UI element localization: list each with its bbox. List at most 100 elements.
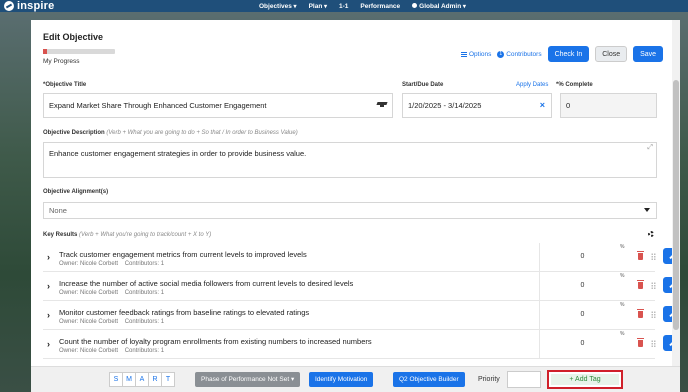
objective-builder-button[interactable]: Q2 Objective Builder	[393, 372, 465, 387]
add-tag-button[interactable]: + Add Tag	[551, 374, 619, 385]
trash-icon[interactable]	[637, 309, 644, 318]
objective-title-input[interactable]: Expand Market Share Through Enhanced Cus…	[43, 93, 393, 118]
key-result-contributors: Contributors: 1	[124, 290, 165, 296]
contributors-link[interactable]: 1 Contributors	[497, 50, 542, 58]
page-title: Edit Objective	[43, 32, 104, 42]
contributors-count-badge: 1	[497, 50, 505, 58]
key-result-row[interactable]: › Increase the number of active social m…	[43, 272, 680, 301]
save-button[interactable]: Save	[633, 46, 664, 62]
percent-unit: %	[620, 244, 625, 250]
my-progress-label: My Progress	[43, 58, 80, 65]
smart-t-button[interactable]: T	[161, 372, 175, 387]
key-result-title: Count the number of loyalty program enro…	[59, 337, 372, 346]
percent-unit: %	[620, 302, 625, 308]
percent-complete-value: 0	[566, 101, 571, 110]
gear-icon[interactable]	[648, 231, 654, 237]
description-label: Objective Description (Verb + What you a…	[43, 130, 298, 136]
key-result-owner: Owner: Nicole Corbett	[59, 319, 119, 325]
date-range-input[interactable]: 1/20/2025 - 3/14/2025 ×	[402, 93, 552, 118]
key-result-contributors: Contributors: 1	[124, 319, 165, 325]
my-progress-bar	[43, 49, 115, 54]
options-icon	[461, 51, 467, 57]
smart-r-button[interactable]: R	[148, 372, 162, 387]
key-result-value[interactable]: 0	[539, 243, 625, 271]
alignment-select[interactable]: None	[43, 202, 657, 219]
alignment-value: None	[49, 206, 67, 215]
close-button[interactable]: Close	[595, 46, 628, 62]
objective-title-value: Expand Market Share Through Enhanced Cus…	[49, 101, 267, 110]
key-result-contributors: Contributors: 1	[124, 348, 165, 354]
top-navbar: inspire Objectives Plan 1-1 Performance …	[0, 0, 688, 12]
key-result-title: Increase the number of active social med…	[59, 279, 354, 288]
priority-label: Priority	[478, 376, 500, 383]
caret-down-icon: ▾	[290, 376, 295, 383]
nav-global-admin[interactable]: Global Admin	[412, 3, 466, 10]
phase-of-performance-dropdown[interactable]: Phase of Performance Not Set ▾	[195, 372, 301, 387]
chevron-right-icon[interactable]: ›	[47, 339, 50, 349]
user-icon	[412, 3, 418, 9]
key-result-meta: Owner: Nicole Corbett Contributors: 1	[59, 261, 164, 267]
nav-performance[interactable]: Performance	[360, 3, 400, 10]
key-result-title: Track customer engagement metrics from c…	[59, 250, 307, 259]
phase-label: Phase of Performance Not Set	[201, 376, 290, 383]
trash-icon[interactable]	[637, 338, 644, 347]
nav-global-admin-label: Global Admin	[419, 3, 466, 10]
expand-icon[interactable]: ⤢	[647, 144, 653, 152]
percent-unit: %	[620, 331, 625, 337]
key-result-meta: Owner: Nicole Corbett Contributors: 1	[59, 348, 164, 354]
clear-dates-icon[interactable]: ×	[540, 100, 545, 110]
key-result-row[interactable]: › Count the number of loyalty program en…	[43, 330, 680, 359]
inspire-logo-icon	[4, 1, 14, 11]
scroll-thumb[interactable]	[673, 80, 679, 330]
description-textarea[interactable]: Enhance customer engagement strategies i…	[43, 142, 657, 178]
options-link[interactable]: Options	[461, 51, 491, 58]
percent-unit: %	[620, 273, 625, 279]
footer-toolbar: S M A R T Phase of Performance Not Set ▾…	[31, 366, 680, 392]
chevron-right-icon[interactable]: ›	[47, 252, 50, 262]
trash-icon[interactable]	[637, 280, 644, 289]
add-tag-highlight: + Add Tag	[547, 370, 623, 389]
description-value: Enhance customer engagement strategies i…	[49, 149, 307, 158]
contributors-label: Contributors	[506, 50, 542, 58]
chevron-right-icon[interactable]: ›	[47, 310, 50, 320]
nav-plan[interactable]: Plan	[309, 3, 327, 10]
drag-handle-icon[interactable]	[651, 282, 656, 289]
key-result-contributors: Contributors: 1	[124, 261, 165, 267]
drag-handle-icon[interactable]	[651, 311, 656, 318]
smart-s-button[interactable]: S	[109, 372, 123, 387]
key-results-list: › Track customer engagement metrics from…	[43, 243, 680, 359]
app-logo[interactable]: inspire	[4, 0, 54, 12]
smart-buttons: S M A R T	[109, 372, 175, 387]
smart-a-button[interactable]: A	[135, 372, 149, 387]
key-result-meta: Owner: Nicole Corbett Contributors: 1	[59, 319, 164, 325]
key-result-row[interactable]: › Monitor customer feedback ratings from…	[43, 301, 680, 330]
identify-motivation-button[interactable]: Identify Motivation	[309, 372, 374, 387]
drag-handle-icon[interactable]	[651, 253, 656, 260]
key-result-value[interactable]: 0	[539, 330, 625, 358]
add-tag-label: Add Tag	[575, 376, 601, 383]
drag-handle-icon[interactable]	[651, 340, 656, 347]
key-result-row[interactable]: › Track customer engagement metrics from…	[43, 243, 680, 272]
panel-scrollbar[interactable]	[672, 20, 680, 392]
key-result-value[interactable]: 0	[539, 272, 625, 300]
chevron-right-icon[interactable]: ›	[47, 281, 50, 291]
description-hint: (Verb + What you are going to do + So th…	[106, 130, 298, 136]
key-result-value[interactable]: 0	[539, 301, 625, 329]
nav-objectives[interactable]: Objectives	[259, 3, 297, 10]
trash-icon[interactable]	[637, 251, 644, 260]
plus-icon: +	[569, 376, 574, 383]
header-actions: Options 1 Contributors Check In Close Sav…	[461, 46, 664, 62]
smart-m-button[interactable]: M	[122, 372, 136, 387]
percent-complete-input[interactable]: 0	[560, 93, 657, 118]
dates-label: Start/Due Date	[402, 82, 444, 88]
my-progress-fill	[43, 49, 47, 54]
apply-dates-link[interactable]: Apply Dates	[516, 82, 548, 88]
objective-title-label: *Objective Title	[43, 82, 87, 88]
key-results-hint: (Verb + What you're going to track/count…	[79, 232, 212, 238]
edit-objective-panel: Edit Objective My Progress Options 1 Cont…	[31, 20, 680, 392]
options-label: Options	[469, 50, 492, 58]
graduation-cap-icon[interactable]	[377, 102, 387, 108]
priority-input[interactable]	[507, 371, 541, 388]
check-in-button[interactable]: Check In	[547, 46, 590, 62]
nav-one-on-one[interactable]: 1-1	[339, 3, 348, 10]
